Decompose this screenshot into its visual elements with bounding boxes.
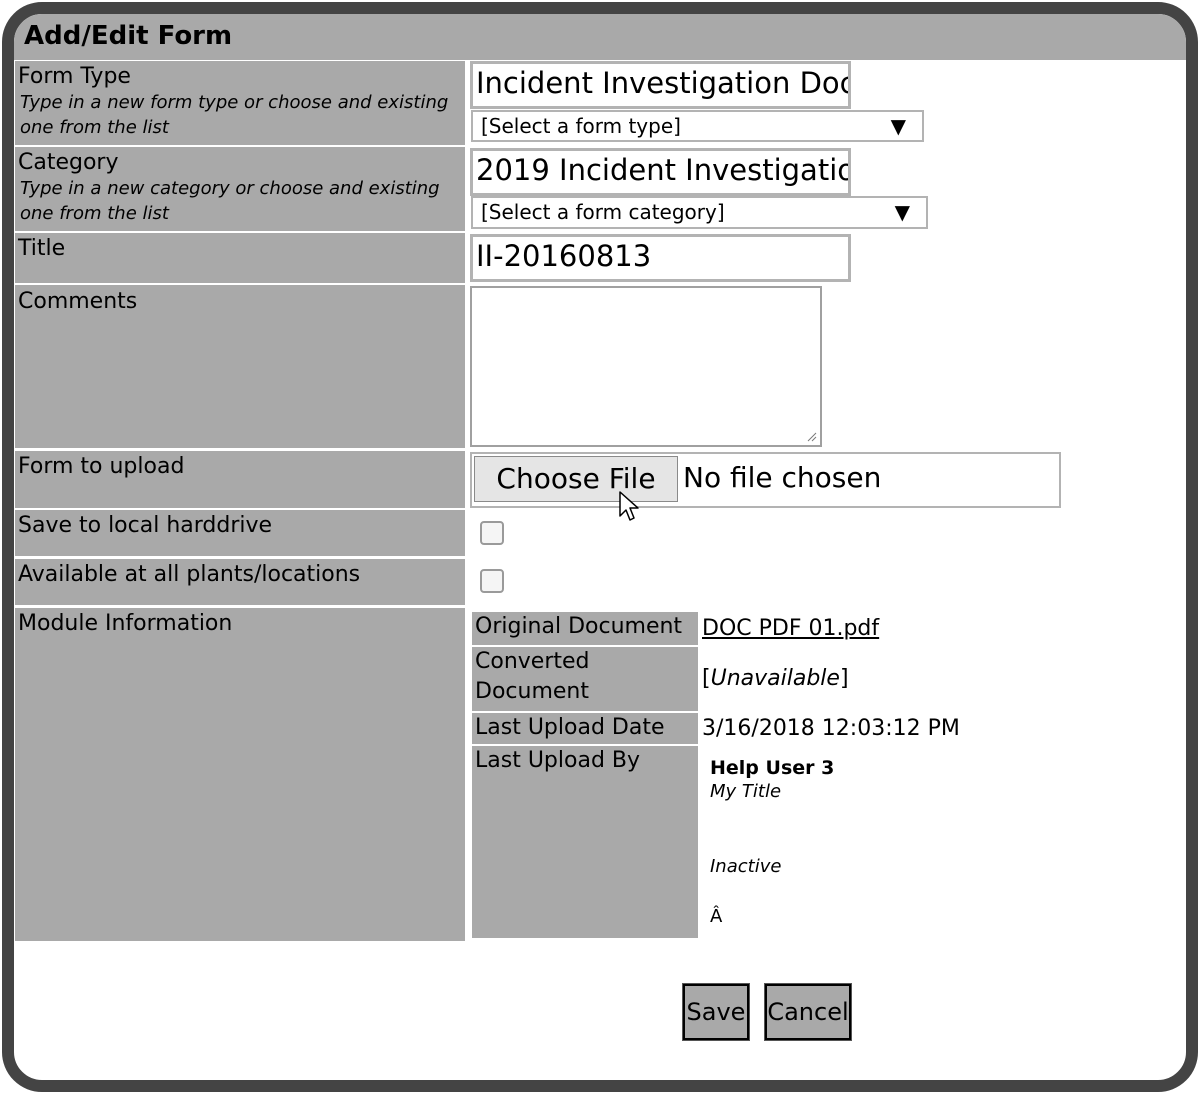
comments-textarea[interactable] bbox=[470, 286, 822, 447]
original-document-label: Original Document bbox=[475, 614, 683, 639]
original-document-link[interactable]: DOC PDF 01.pdf bbox=[702, 616, 879, 641]
save-local-label-cell: Save to local harddrive bbox=[15, 510, 465, 556]
form-type-label: Form Type bbox=[18, 64, 131, 89]
upload-by-title: My Title bbox=[710, 781, 782, 802]
resize-grip-icon[interactable] bbox=[805, 430, 817, 442]
form-type-select[interactable]: [Select a form type] ▼ bbox=[471, 110, 924, 142]
original-document-label-cell: Original Document bbox=[472, 612, 698, 645]
category-hint: Type in a new category or choose and exi… bbox=[20, 178, 440, 224]
mouse-pointer-icon bbox=[619, 491, 639, 521]
triangle-down-icon: ▼ bbox=[894, 200, 910, 224]
upload-label-cell: Form to upload bbox=[15, 451, 465, 508]
form-type-label-cell: Form Type Type in a new form type or cho… bbox=[15, 61, 465, 145]
form-type-input[interactable]: Incident Investigation Doc bbox=[470, 61, 851, 109]
converted-open-bracket: [ bbox=[702, 666, 711, 691]
converted-document-value-cell: [Unavailable] bbox=[702, 664, 849, 694]
all-plants-label-cell: Available at all plants/locations bbox=[15, 559, 465, 605]
file-status-text: No file chosen bbox=[683, 461, 882, 494]
upload-by-name: Help User 3 bbox=[710, 757, 835, 779]
upload-date-label-cell: Last Upload Date bbox=[472, 713, 698, 744]
dialog-title: Add/Edit Form bbox=[24, 21, 233, 51]
converted-close-bracket: ] bbox=[839, 666, 849, 691]
upload-by-label-cell: Last Upload By bbox=[472, 746, 698, 938]
category-select-value: [Select a form category] bbox=[481, 200, 725, 224]
all-plants-label: Available at all plants/locations bbox=[18, 562, 361, 587]
all-plants-checkbox[interactable] bbox=[480, 569, 504, 593]
module-label-cell: Module Information bbox=[15, 608, 465, 941]
upload-date-value: 3/16/2018 12:03:12 PM bbox=[702, 716, 960, 741]
title-label-cell: Title bbox=[15, 233, 465, 283]
save-local-label: Save to local harddrive bbox=[18, 513, 273, 538]
category-select[interactable]: [Select a form category] ▼ bbox=[471, 196, 928, 229]
upload-label: Form to upload bbox=[18, 454, 185, 479]
category-input[interactable]: 2019 Incident Investigation bbox=[470, 148, 851, 196]
save-local-checkbox[interactable] bbox=[480, 521, 504, 545]
module-label: Module Information bbox=[18, 611, 233, 636]
category-label-cell: Category Type in a new category or choos… bbox=[15, 147, 465, 231]
choose-file-button[interactable]: Choose File bbox=[474, 456, 678, 502]
comments-label-cell: Comments bbox=[15, 285, 465, 448]
comments-label: Comments bbox=[18, 289, 138, 314]
category-label: Category bbox=[18, 150, 119, 175]
dialog-frame: Add/Edit Form Form Type Type in a new fo… bbox=[2, 2, 1198, 1092]
form-type-select-value: [Select a form type] bbox=[481, 114, 681, 138]
file-upload-field[interactable]: Choose File No file chosen bbox=[470, 452, 1061, 508]
dialog-titlebar: Add/Edit Form bbox=[14, 14, 1186, 60]
save-button[interactable]: Save bbox=[682, 983, 750, 1041]
form-type-hint: Type in a new form type or choose and ex… bbox=[20, 92, 449, 138]
upload-by-label: Last Upload By bbox=[475, 748, 641, 773]
triangle-down-icon: ▼ bbox=[890, 114, 906, 138]
cancel-button[interactable]: Cancel bbox=[764, 983, 852, 1041]
upload-by-status: Inactive bbox=[710, 856, 782, 877]
original-document-value-cell: DOC PDF 01.pdf bbox=[702, 614, 879, 644]
title-label: Title bbox=[18, 236, 66, 261]
converted-document-label: Converted Document bbox=[475, 649, 590, 704]
upload-by-extra: Â bbox=[710, 906, 723, 927]
upload-by-user-card: Help User 3 My Title Inactive Â bbox=[710, 756, 834, 929]
title-input[interactable]: II-20160813 bbox=[470, 234, 851, 282]
converted-document-value: Unavailable bbox=[710, 666, 840, 691]
converted-document-label-cell: Converted Document bbox=[472, 647, 698, 711]
upload-date-label: Last Upload Date bbox=[475, 715, 665, 740]
